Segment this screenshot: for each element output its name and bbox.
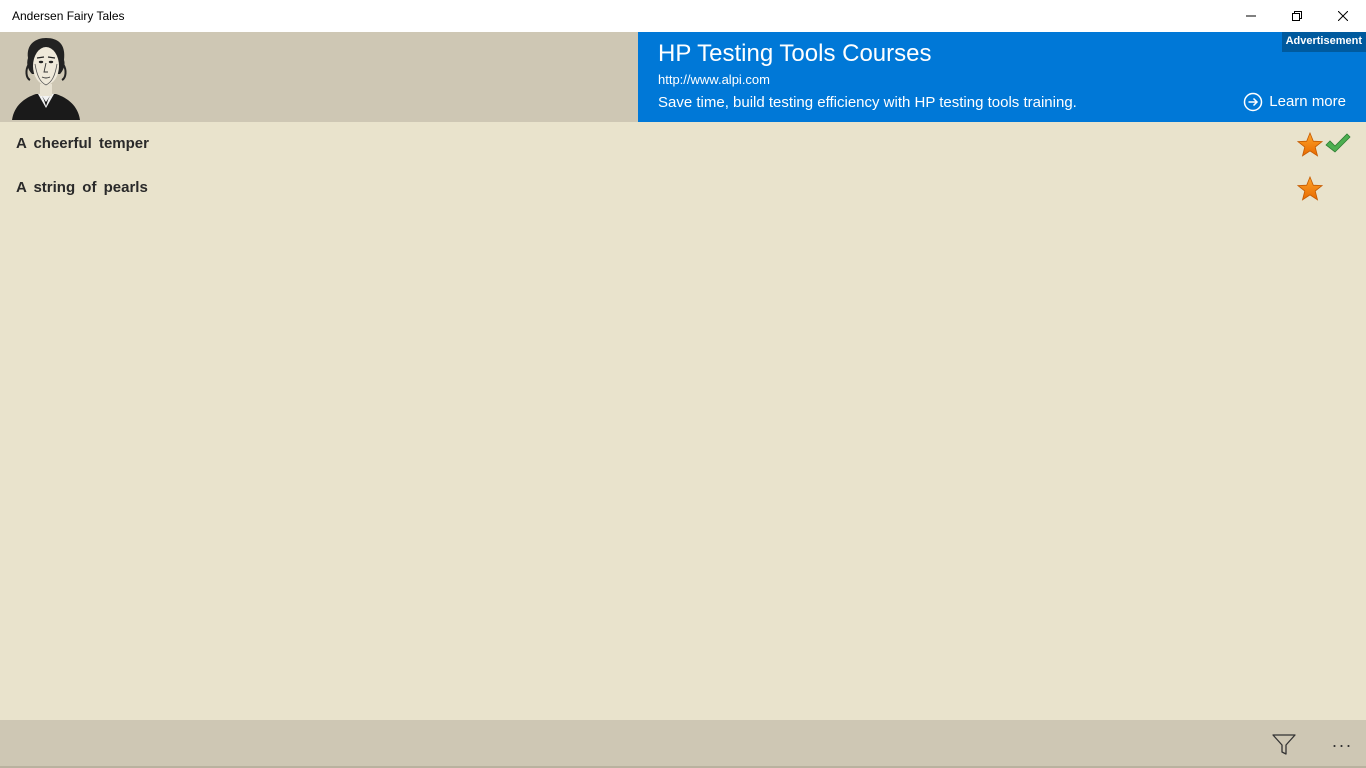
learn-more-label: Learn more	[1269, 93, 1346, 110]
title-bar: Andersen Fairy Tales	[0, 0, 1366, 32]
app-title: Andersen Fairy Tales	[12, 9, 125, 23]
checkmark-icon	[1325, 133, 1351, 153]
star-icon[interactable]	[1297, 176, 1323, 202]
minimize-icon	[1246, 15, 1256, 17]
star-icon[interactable]	[1297, 132, 1323, 158]
ad-badge: Advertisement	[1281, 32, 1366, 52]
close-button[interactable]	[1320, 0, 1366, 32]
app-header	[0, 32, 638, 122]
tale-title: A cheerful temper	[16, 135, 149, 152]
ad-url[interactable]: http://www.alpi.com	[658, 72, 770, 88]
list-item[interactable]: A string of pearls	[0, 166, 1366, 210]
arrow-circle-right-icon	[1244, 92, 1263, 112]
ad-description: Save time, build testing efficiency with…	[658, 94, 1077, 111]
learn-more-button[interactable]: Learn more	[1243, 92, 1346, 112]
restore-icon	[1292, 11, 1302, 21]
bottom-app-bar: ···	[0, 720, 1366, 768]
ad-title[interactable]: HP Testing Tools Courses	[658, 39, 931, 69]
tale-title: A string of pearls	[16, 179, 148, 196]
author-portrait-icon	[12, 38, 80, 120]
close-icon	[1338, 11, 1348, 21]
tale-list: A cheerful temper A string of pearls	[0, 122, 1366, 720]
advertisement-banner[interactable]: HP Testing Tools Courses http://www.alpi…	[638, 32, 1366, 122]
filter-icon	[1272, 734, 1296, 755]
list-item[interactable]: A cheerful temper	[0, 122, 1366, 166]
restore-button[interactable]	[1274, 0, 1320, 32]
more-options-button[interactable]: ···	[1326, 730, 1358, 760]
minimize-button[interactable]	[1228, 0, 1274, 32]
filter-button[interactable]	[1268, 730, 1300, 760]
